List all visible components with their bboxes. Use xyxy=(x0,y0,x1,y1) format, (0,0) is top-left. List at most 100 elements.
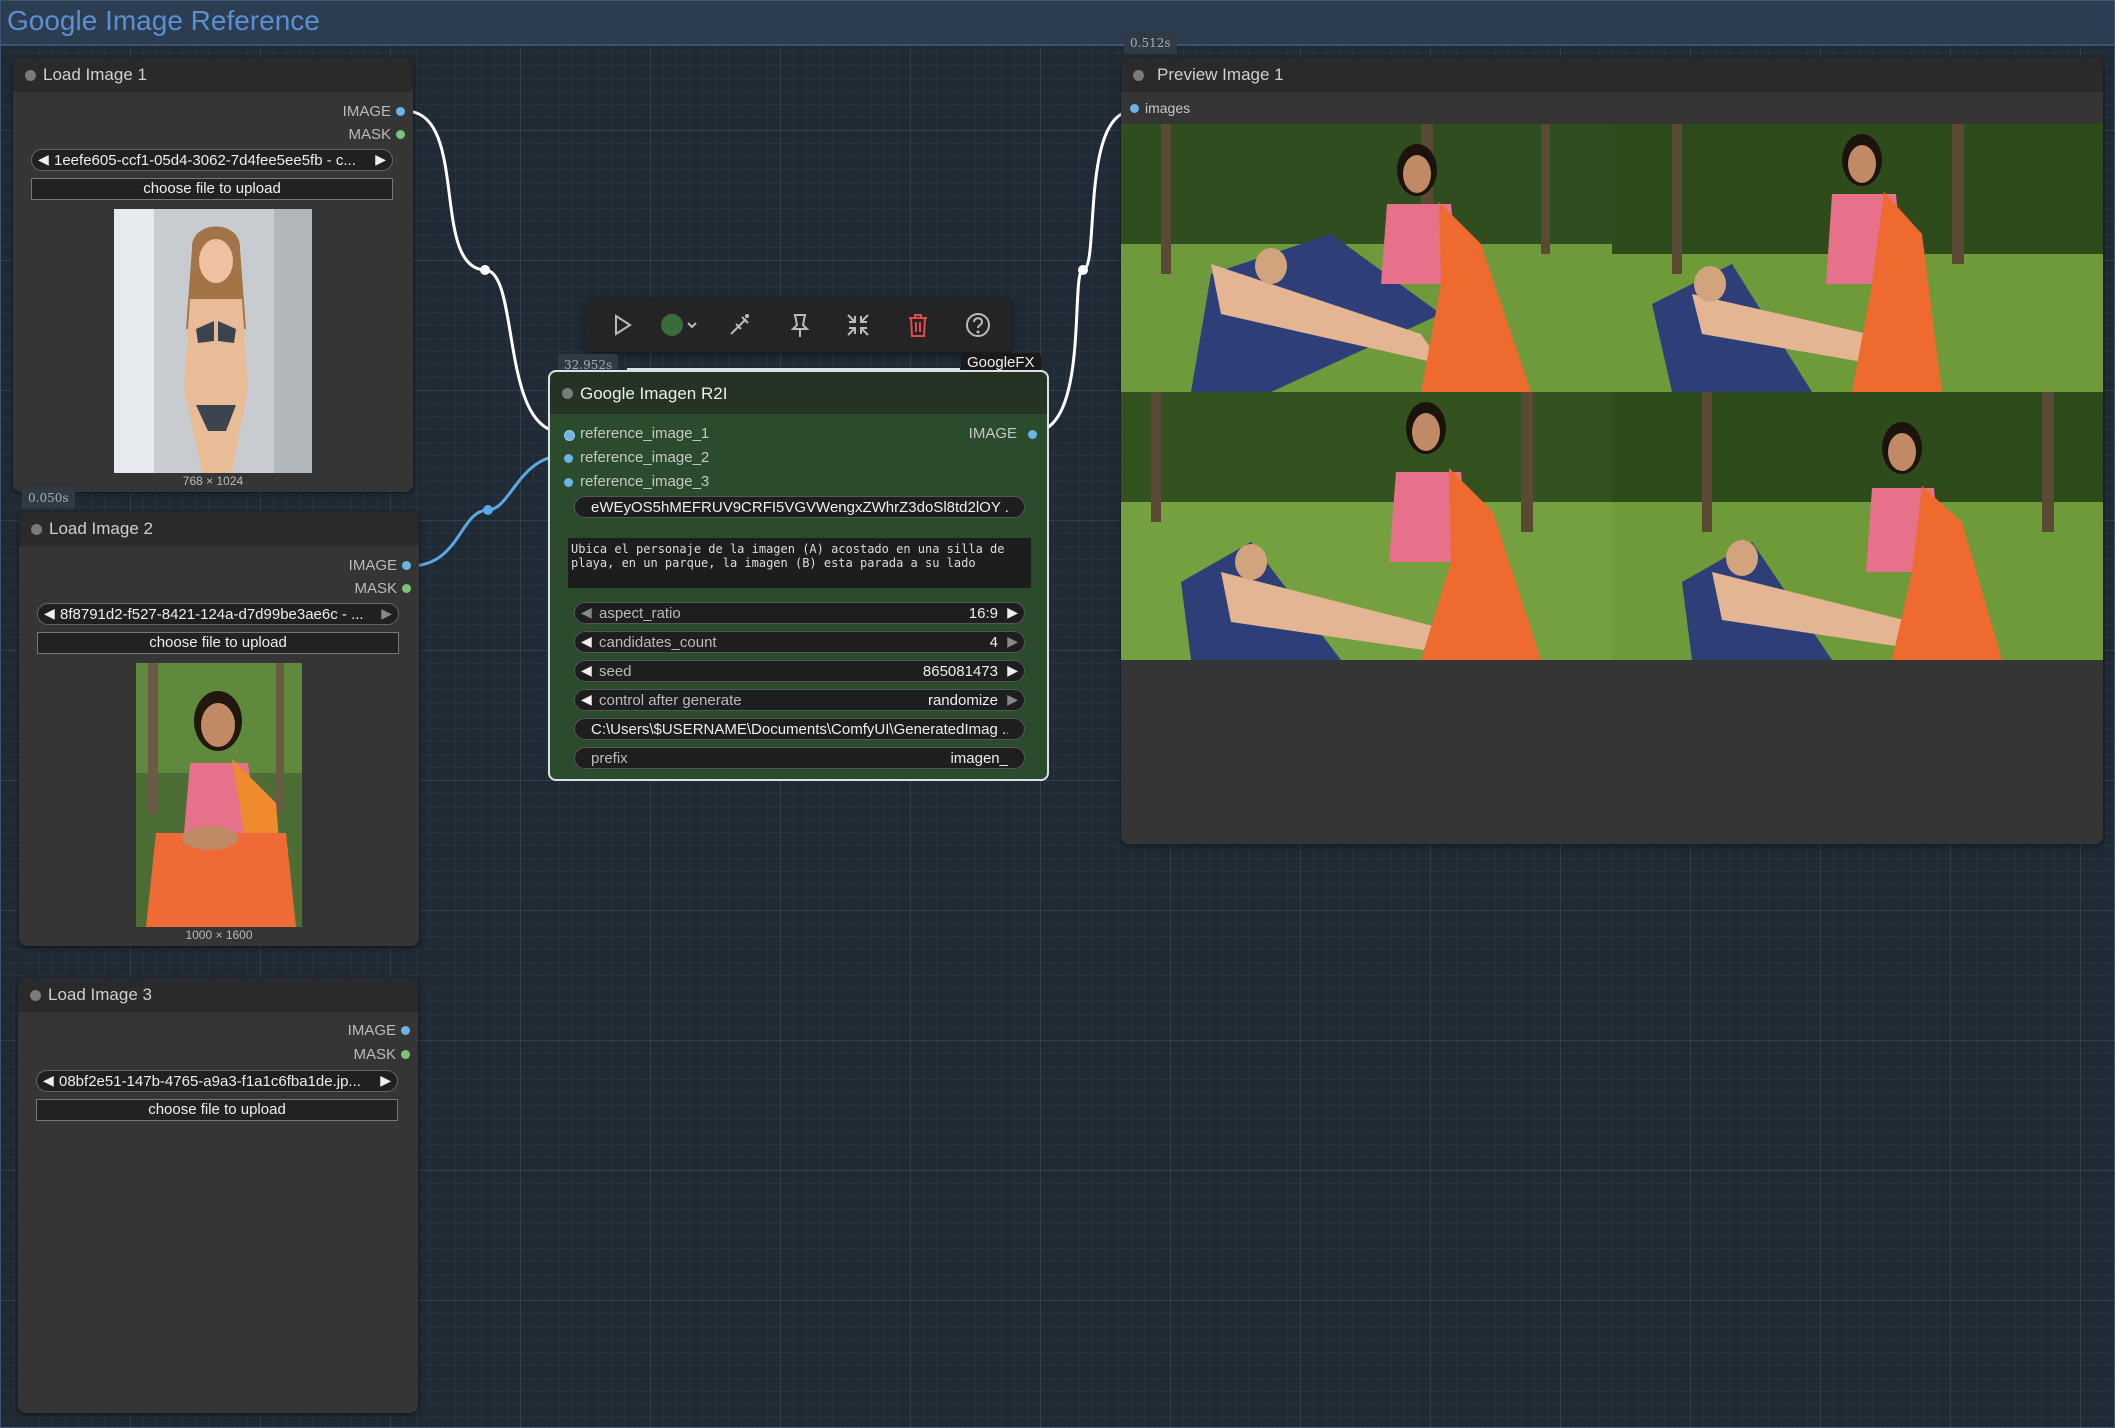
image-file-select[interactable]: ◀ 1eefe605-ccf1-05d4-3062-7d4fee5ee5fb -… xyxy=(31,149,393,171)
input-reference-1-label: reference_image_1 xyxy=(580,425,710,442)
generated-image-4[interactable] xyxy=(1612,392,2103,660)
increment-arrow-icon[interactable]: ▶ xyxy=(1007,662,1018,679)
image-file-select[interactable]: ◀ 8f8791d2-f527-8421-124a-d7d99be3ae6c -… xyxy=(37,603,399,625)
aspect-ratio-widget[interactable]: ◀ aspect_ratio 16:9 ▶ xyxy=(574,602,1025,624)
preview-image-grid xyxy=(1121,124,2103,661)
image-file-value: 8f8791d2-f527-8421-124a-d7d99be3ae6c - .… xyxy=(60,606,364,623)
api-key-value: eWEyOS5hMEFRUV9CRFI5VGVWengxZWhrZ3doSl8t… xyxy=(591,499,1008,516)
decrement-arrow-icon[interactable]: ◀ xyxy=(581,604,592,621)
link-midpoint xyxy=(480,265,490,275)
output-mask-socket[interactable] xyxy=(396,130,405,139)
image-dimensions: 768 × 1024 xyxy=(182,474,244,488)
output-mask-label: MASK xyxy=(348,126,391,143)
decrement-arrow-icon[interactable]: ◀ xyxy=(581,662,592,679)
node-header[interactable]: Preview Image 1 xyxy=(1121,58,2103,92)
api-key-field[interactable]: eWEyOS5hMEFRUV9CRFI5VGVWengxZWhrZ3doSl8t… xyxy=(574,496,1025,518)
load-image-2-node[interactable]: Load Image 2 IMAGE MASK ◀ 8f8791d2-f527-… xyxy=(19,512,419,946)
load-image-3-node[interactable]: Load Image 3 IMAGE MASK ◀ 08bf2e51-147b-… xyxy=(18,978,418,1413)
node-header[interactable]: Load Image 2 xyxy=(19,512,419,546)
widget-value: 4 xyxy=(989,634,998,651)
output-path-field[interactable]: C:\Users\$USERNAME\Documents\ComfyUI\Gen… xyxy=(574,718,1025,740)
output-path-value: C:\Users\$USERNAME\Documents\ComfyUI\Gen… xyxy=(591,721,1008,738)
output-image-label: IMAGE xyxy=(348,557,397,574)
load-image-1-node[interactable]: Load Image 1 IMAGE MASK ◀ 1eefe605-ccf1-… xyxy=(13,58,413,492)
widget-label: aspect_ratio xyxy=(599,605,681,622)
prev-arrow-icon[interactable]: ◀ xyxy=(43,1072,54,1089)
next-arrow-icon[interactable]: ▶ xyxy=(375,151,386,168)
image-file-value: 1eefe605-ccf1-05d4-3062-7d4fee5ee5fb - c… xyxy=(54,152,356,169)
choose-file-button[interactable]: choose file to upload xyxy=(36,1099,398,1121)
generated-image-1[interactable] xyxy=(1121,124,1612,392)
generated-image-2[interactable] xyxy=(1612,124,2103,392)
widget-value: randomize xyxy=(927,692,998,709)
input-images-label: images xyxy=(1145,100,1191,116)
link-midpoint xyxy=(1078,265,1088,275)
decrement-arrow-icon[interactable]: ◀ xyxy=(581,691,592,708)
collapse-dot[interactable] xyxy=(30,990,41,1001)
output-mask-socket[interactable] xyxy=(401,1050,410,1059)
increment-arrow-icon[interactable]: ▶ xyxy=(1007,633,1018,650)
output-mask-label: MASK xyxy=(353,1046,396,1063)
input-reference-3-socket[interactable] xyxy=(564,478,573,487)
output-image-socket[interactable] xyxy=(396,107,405,116)
seed-widget[interactable]: ◀ seed 865081473 ▶ xyxy=(574,660,1025,682)
execution-time-badge: 0.512s xyxy=(1124,32,1177,54)
output-image-socket[interactable] xyxy=(1028,430,1037,439)
node-header[interactable]: Google Imagen R2I xyxy=(550,372,1047,414)
increment-arrow-icon[interactable]: ▶ xyxy=(1007,604,1018,621)
output-mask-socket[interactable] xyxy=(402,584,411,593)
node-header[interactable]: Load Image 1 xyxy=(13,58,413,92)
widget-label: candidates_count xyxy=(599,634,717,651)
node-toolbar xyxy=(586,298,1012,352)
help-icon[interactable] xyxy=(964,311,992,339)
output-image-socket[interactable] xyxy=(402,561,411,570)
node-header[interactable]: Load Image 3 xyxy=(18,978,418,1012)
generated-image-3[interactable] xyxy=(1121,392,1612,660)
node-title: Load Image 3 xyxy=(48,985,152,1004)
widget-value: 865081473 xyxy=(922,663,998,680)
input-reference-3-label: reference_image_3 xyxy=(580,473,710,490)
output-mask-label: MASK xyxy=(354,580,397,597)
delete-icon[interactable] xyxy=(904,311,932,339)
image-thumbnail xyxy=(114,209,312,473)
candidates-count-widget[interactable]: ◀ candidates_count 4 ▶ xyxy=(574,631,1025,653)
decrement-arrow-icon[interactable]: ◀ xyxy=(581,633,592,650)
input-reference-1-socket[interactable] xyxy=(564,430,575,441)
color-picker-icon[interactable] xyxy=(658,311,702,339)
next-arrow-icon[interactable]: ▶ xyxy=(381,605,392,622)
bypass-icon[interactable] xyxy=(726,311,754,339)
collapse-dot[interactable] xyxy=(31,524,42,535)
widget-label: control after generate xyxy=(599,692,742,709)
prev-arrow-icon[interactable]: ◀ xyxy=(44,605,55,622)
collapse-dot[interactable] xyxy=(1133,70,1144,81)
node-title: Preview Image 1 xyxy=(1157,65,1284,84)
prompt-textarea[interactable]: Ubica el personaje de la imagen (A) acos… xyxy=(568,538,1031,588)
collapse-dot[interactable] xyxy=(25,70,36,81)
google-imagen-r2i-node[interactable]: Google Imagen R2I reference_image_1 refe… xyxy=(548,370,1049,781)
prefix-field[interactable]: prefix imagen_ xyxy=(574,747,1025,769)
next-arrow-icon[interactable]: ▶ xyxy=(380,1072,391,1089)
prev-arrow-icon[interactable]: ◀ xyxy=(38,151,49,168)
increment-arrow-icon[interactable]: ▶ xyxy=(1007,691,1018,708)
collapse-dot[interactable] xyxy=(562,388,573,399)
control-after-generate-widget[interactable]: ◀ control after generate randomize ▶ xyxy=(574,689,1025,711)
input-reference-2-label: reference_image_2 xyxy=(580,449,710,466)
input-reference-2-socket[interactable] xyxy=(564,454,573,463)
choose-file-button[interactable]: choose file to upload xyxy=(31,178,393,200)
image-thumbnail xyxy=(136,663,302,927)
node-title: Google Imagen R2I xyxy=(580,384,728,403)
output-image-label: IMAGE xyxy=(347,1022,396,1039)
link-midpoint xyxy=(483,505,493,515)
play-icon[interactable] xyxy=(608,311,636,339)
pin-icon[interactable] xyxy=(786,311,814,339)
image-file-select[interactable]: ◀ 08bf2e51-147b-4765-a9a3-f1a1c6fba1de.j… xyxy=(36,1070,398,1092)
widget-value: 16:9 xyxy=(968,605,998,622)
output-image-socket[interactable] xyxy=(401,1026,410,1035)
input-images-socket[interactable] xyxy=(1130,104,1139,113)
choose-file-button[interactable]: choose file to upload xyxy=(37,632,399,654)
widget-label: prefix xyxy=(591,750,628,767)
node-title: Load Image 2 xyxy=(49,519,153,538)
collapse-icon[interactable] xyxy=(844,311,872,339)
output-image-label: IMAGE xyxy=(342,103,391,120)
execution-time-badge: 0.050s xyxy=(22,487,75,509)
